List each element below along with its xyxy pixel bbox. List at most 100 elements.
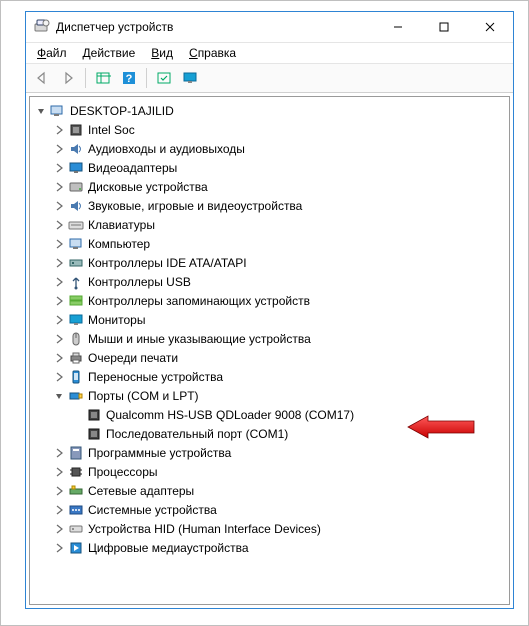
device-item-port1[interactable]: Последовательный порт (COM1) — [66, 424, 509, 443]
collapse-icon[interactable] — [52, 389, 66, 403]
expand-icon[interactable] — [52, 275, 66, 289]
expand-icon[interactable] — [52, 218, 66, 232]
expand-icon[interactable] — [52, 332, 66, 346]
device-category-12[interactable]: Очереди печати — [48, 348, 509, 367]
device-category-b5[interactable]: Цифровые медиаустройства — [48, 538, 509, 557]
device-category-3[interactable]: Дисковые устройства — [48, 177, 509, 196]
device-category-8[interactable]: Контроллеры USB — [48, 272, 509, 291]
svg-text:?: ? — [126, 73, 133, 85]
device-category-2[interactable]: Видеоадаптеры — [48, 158, 509, 177]
ide-icon — [68, 255, 84, 271]
display-icon — [68, 160, 84, 176]
device-manager-window: Диспетчер устройств Файл Действие Вид Сп… — [25, 11, 514, 609]
expand-icon[interactable] — [52, 237, 66, 251]
device-tree-panel[interactable]: DESKTOP-1AJILID Intel Soc Аудиовходы и а… — [29, 96, 510, 605]
root-node[interactable]: DESKTOP-1AJILID — [30, 101, 509, 120]
expand-icon[interactable] — [52, 180, 66, 194]
device-item-port0[interactable]: Qualcomm HS-USB QDLoader 9008 (COM17) — [66, 405, 509, 424]
toolbar: ? — [26, 64, 513, 93]
minimize-button[interactable] — [375, 12, 421, 42]
expand-icon[interactable] — [52, 370, 66, 384]
expand-icon[interactable] — [52, 313, 66, 327]
port-icon — [68, 388, 84, 404]
category-label: Мыши и иные указывающие устройства — [88, 332, 311, 346]
chip-icon — [68, 122, 84, 138]
expand-icon[interactable] — [52, 199, 66, 213]
expand-icon[interactable] — [52, 522, 66, 536]
net-icon — [68, 483, 84, 499]
device-category-b4[interactable]: Устройства HID (Human Interface Devices) — [48, 519, 509, 538]
device-label: Qualcomm HS-USB QDLoader 9008 (COM17) — [106, 408, 354, 422]
category-label: Системные устройства — [88, 503, 217, 517]
cpu-icon — [68, 464, 84, 480]
menubar: Файл Действие Вид Справка — [26, 43, 513, 64]
expand-icon[interactable] — [52, 123, 66, 137]
menu-view[interactable]: Вид — [144, 45, 180, 61]
collapse-icon[interactable] — [34, 104, 48, 118]
category-label: Компьютер — [88, 237, 150, 251]
device-category-7[interactable]: Контроллеры IDE ATA/ATAPI — [48, 253, 509, 272]
forward-button[interactable] — [56, 66, 80, 90]
root-label: DESKTOP-1AJILID — [70, 104, 174, 118]
category-label: Цифровые медиаустройства — [88, 541, 249, 555]
toolbar-separator — [146, 68, 147, 88]
expand-icon[interactable] — [52, 294, 66, 308]
expand-icon[interactable] — [52, 503, 66, 517]
category-label: Дисковые устройства — [88, 180, 208, 194]
expand-icon[interactable] — [52, 256, 66, 270]
scan-hardware-button[interactable] — [152, 66, 176, 90]
back-button[interactable] — [30, 66, 54, 90]
category-label: Контроллеры USB — [88, 275, 191, 289]
category-label: Контроллеры IDE ATA/ATAPI — [88, 256, 247, 270]
com-icon — [86, 407, 102, 423]
category-label: Мониторы — [88, 313, 145, 327]
storage-icon — [68, 293, 84, 309]
category-label: Клавиатуры — [88, 218, 155, 232]
hid-icon — [68, 521, 84, 537]
computer-icon — [50, 103, 66, 119]
window-title: Диспетчер устройств — [56, 20, 173, 34]
category-label: Устройства HID (Human Interface Devices) — [88, 522, 321, 536]
category-label: Intel Soc — [88, 123, 135, 137]
expand-icon[interactable] — [52, 161, 66, 175]
maximize-button[interactable] — [421, 12, 467, 42]
show-hide-tree-button[interactable] — [91, 66, 115, 90]
help-button[interactable]: ? — [117, 66, 141, 90]
mouse-icon — [68, 331, 84, 347]
portable-icon — [68, 369, 84, 385]
expand-icon[interactable] — [52, 446, 66, 460]
menu-help[interactable]: Справка — [182, 45, 243, 61]
monitor-button[interactable] — [178, 66, 202, 90]
device-tree: DESKTOP-1AJILID Intel Soc Аудиовходы и а… — [30, 101, 509, 557]
disk-icon — [68, 179, 84, 195]
device-category-10[interactable]: Мониторы — [48, 310, 509, 329]
expand-icon[interactable] — [52, 484, 66, 498]
menu-action[interactable]: Действие — [76, 45, 143, 61]
expand-icon[interactable] — [52, 465, 66, 479]
category-label: Переносные устройства — [88, 370, 223, 384]
category-label: Видеоадаптеры — [88, 161, 177, 175]
device-category-b3[interactable]: Системные устройства — [48, 500, 509, 519]
expand-icon[interactable] — [52, 541, 66, 555]
expand-icon[interactable] — [52, 351, 66, 365]
device-category-5[interactable]: Клавиатуры — [48, 215, 509, 234]
device-category-1[interactable]: Аудиовходы и аудиовыходы — [48, 139, 509, 158]
device-category-11[interactable]: Мыши и иные указывающие устройства — [48, 329, 509, 348]
device-category-13[interactable]: Переносные устройства — [48, 367, 509, 386]
device-category-6[interactable]: Компьютер — [48, 234, 509, 253]
device-category-b0[interactable]: Программные устройства — [48, 443, 509, 462]
device-category-4[interactable]: Звуковые, игровые и видеоустройства — [48, 196, 509, 215]
device-category-b2[interactable]: Сетевые адаптеры — [48, 481, 509, 500]
expand-icon[interactable] — [52, 142, 66, 156]
device-category-ports[interactable]: Порты (COM и LPT) — [48, 386, 509, 405]
category-label: Процессоры — [88, 465, 158, 479]
device-category-9[interactable]: Контроллеры запоминающих устройств — [48, 291, 509, 310]
system-icon — [68, 502, 84, 518]
menu-file[interactable]: Файл — [30, 45, 74, 61]
close-button[interactable] — [467, 12, 513, 42]
device-category-0[interactable]: Intel Soc — [48, 120, 509, 139]
audio-icon — [68, 198, 84, 214]
outer-frame: Диспетчер устройств Файл Действие Вид Сп… — [0, 0, 529, 626]
media-icon — [68, 540, 84, 556]
device-category-b1[interactable]: Процессоры — [48, 462, 509, 481]
